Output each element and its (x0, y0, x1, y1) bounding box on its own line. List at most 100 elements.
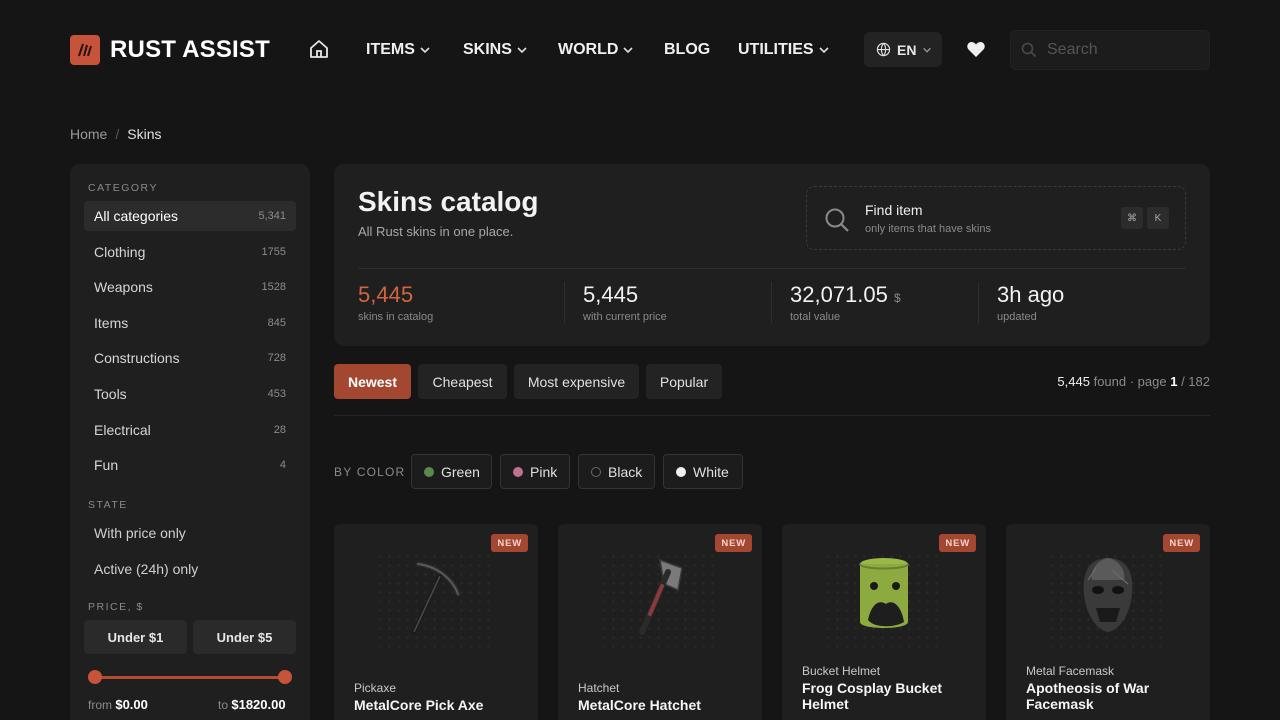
item-type: Hatchet (578, 681, 620, 695)
new-badge: NEW (939, 534, 976, 552)
category-label: Items (94, 315, 129, 331)
item-card[interactable]: NEW Pickaxe MetalCore Pick Axe (334, 524, 538, 720)
category-label: Clothing (94, 244, 146, 260)
nav-utilities-label: UTILITIES (738, 41, 814, 58)
stat-value: 3h ago (997, 282, 1065, 307)
nav-utilities[interactable]: UTILITIES (738, 40, 830, 60)
sort-cheapest-button[interactable]: Cheapest (418, 364, 507, 399)
new-badge: NEW (491, 534, 528, 552)
category-constructions[interactable]: Constructions 728 (84, 343, 296, 373)
category-label: Electrical (94, 422, 151, 438)
item-name: Frog Cosplay Bucket Helmet (802, 680, 943, 712)
stat-separator (564, 282, 565, 324)
chevron-down-icon (623, 47, 634, 54)
sort-most-expensive-button[interactable]: Most expensive (514, 364, 639, 399)
color-filter-label: BY COLOR (334, 465, 406, 479)
home-icon[interactable] (308, 38, 330, 60)
category-label: All categories (94, 208, 179, 224)
chevron-down-icon (420, 47, 430, 54)
nav-world-label: WORLD (558, 41, 619, 58)
item-name: MetalCore Pick Axe (354, 697, 484, 713)
color-chip-black[interactable]: Black (578, 454, 655, 489)
breadcrumb-current: Skins (127, 126, 162, 142)
stat-separator (978, 282, 979, 324)
color-chip-white[interactable]: White (663, 454, 743, 489)
breadcrumb-home[interactable]: Home (70, 126, 107, 142)
category-label: Weapons (94, 279, 153, 295)
item-name: MetalCore Hatchet (578, 697, 701, 713)
price-under-5-button[interactable]: Under $5 (193, 620, 296, 654)
category-weapons[interactable]: Weapons 1528 (84, 272, 296, 302)
pickaxe-icon (412, 561, 461, 634)
color-chip-label: White (693, 463, 729, 480)
breadcrumb: Home / Skins (70, 126, 161, 142)
sort-popular-button[interactable]: Popular (646, 364, 722, 399)
item-card[interactable]: NEW Bucket Helmet Frog Cosplay Bucket He… (782, 524, 986, 720)
category-electrical[interactable]: Electrical 28 (84, 415, 296, 445)
stat-value: 5,445 (358, 282, 414, 307)
color-chip-green[interactable]: Green (411, 454, 492, 489)
price-range-to: to $1820.00 (218, 697, 286, 712)
stat-total-value: 32,071.05 $ total value (790, 282, 901, 323)
category-fun[interactable]: Fun 4 (84, 450, 296, 480)
category-items[interactable]: Items 845 (84, 308, 296, 338)
find-item-button[interactable]: Find item only items that have skins ⌘ K (806, 186, 1186, 250)
price-range-to-label: to (218, 698, 229, 712)
color-chip-label: Black (608, 463, 643, 480)
category-clothing[interactable]: Clothing 1755 (84, 237, 296, 267)
stat-value-row: 32,071.05 $ (790, 282, 901, 308)
category-label: Fun (94, 457, 119, 473)
page-title: Skins catalog (358, 186, 539, 217)
breadcrumb-separator: / (115, 126, 120, 142)
search-box[interactable] (1010, 30, 1210, 70)
sort-newest-button[interactable]: Newest (334, 364, 411, 399)
category-count: 5,341 (258, 210, 286, 222)
color-chip-label: Green (441, 463, 480, 480)
chevron-down-icon (923, 47, 932, 53)
color-swatch (591, 466, 601, 477)
price-slider-min-handle[interactable] (88, 670, 102, 684)
color-chip-label: Pink (530, 463, 558, 480)
price-slider-max-handle[interactable] (278, 670, 292, 684)
language-selector[interactable]: EN (864, 32, 942, 67)
nav-skins[interactable]: SKINS (463, 40, 558, 60)
price-under-1-button[interactable]: Under $1 (84, 620, 187, 654)
find-item-title: Find item (865, 202, 923, 218)
stat-label: with current price (583, 311, 667, 323)
category-all[interactable]: All categories 5,341 (84, 201, 296, 231)
category-count: 28 (273, 424, 286, 436)
main-nav: ITEMS SKINS WORLD BLOG UTILITIES (366, 40, 830, 60)
state-with-price[interactable]: With price only (94, 525, 186, 541)
category-label: Constructions (94, 350, 180, 366)
nav-skins-label: SKINS (463, 41, 512, 58)
chevron-down-icon (818, 47, 829, 54)
catalog-summary: Skins catalog All Rust skins in one plac… (334, 164, 1210, 346)
nav-items-label: ITEMS (366, 41, 415, 58)
color-chip-pink[interactable]: Pink (500, 454, 570, 489)
filter-sidebar: CATEGORY All categories 5,341 Clothing 1… (70, 164, 310, 720)
category-count: 728 (267, 352, 286, 364)
find-item-subtitle: only items that have skins (865, 223, 991, 235)
heart-icon[interactable] (966, 40, 986, 58)
price-slider-track[interactable] (95, 676, 285, 679)
item-card[interactable]: NEW Hatchet MetalCore Hatchet (558, 524, 762, 720)
state-active-24h[interactable]: Active (24h) only (94, 561, 198, 577)
facemask-icon (1083, 558, 1133, 632)
search-input[interactable] (1047, 41, 1197, 59)
stat-label: skins in catalog (358, 311, 434, 323)
top-header: RUST ASSIST ITEMS SKINS WORLD BLOG UTILI… (0, 0, 1280, 100)
nav-items[interactable]: ITEMS (366, 40, 463, 60)
price-range-from-label: from (88, 698, 112, 712)
logo-text: RUST ASSIST (110, 36, 270, 63)
nav-blog[interactable]: BLOG (664, 40, 738, 60)
nav-world[interactable]: WORLD (558, 40, 664, 60)
category-count: 453 (267, 388, 286, 400)
price-range-from: from $0.00 (88, 697, 148, 712)
category-count: 4 (279, 459, 286, 471)
new-badge: NEW (1163, 534, 1200, 552)
logo[interactable]: RUST ASSIST (70, 35, 270, 65)
category-tools[interactable]: Tools 453 (84, 379, 296, 409)
category-label: Tools (94, 386, 127, 402)
page-subtitle: All Rust skins in one place. (358, 224, 514, 239)
item-card[interactable]: NEW Metal Facemask Apotheosis of War Fac… (1006, 524, 1210, 720)
